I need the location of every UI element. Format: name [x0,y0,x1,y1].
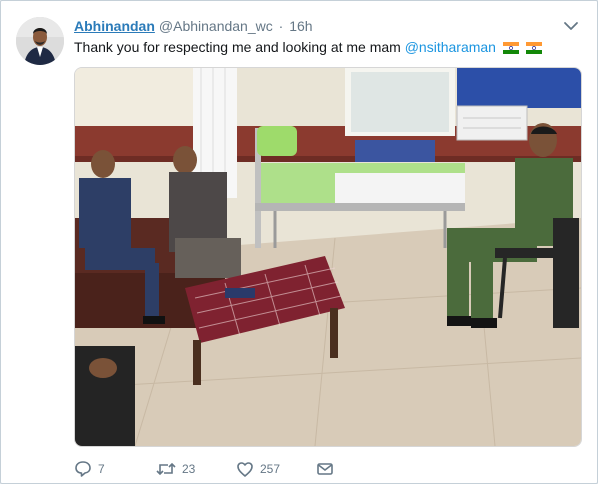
tweet-header: Abhinandan @Abhinandan_wc · 16h [74,17,313,35]
like-count: 257 [260,462,281,476]
retweet-icon [156,462,176,476]
reply-icon [75,461,91,477]
tweet-card[interactable]: Abhinandan @Abhinandan_wc · 16h Thank you… [0,0,598,484]
avatar-image [16,17,64,65]
tweet-body: Thank you for respecting me and looking … [74,39,405,55]
tweet-photo[interactable] [74,67,582,447]
retweet-button[interactable]: 23 [156,459,195,479]
separator-dot: · [278,18,284,34]
direct-message-button[interactable] [316,459,334,479]
indian-flag-icon [502,42,519,54]
reply-button[interactable]: 7 [74,459,105,479]
author-name[interactable]: Abhinandan [74,18,155,34]
tweet-text: Thank you for respecting me and looking … [74,37,542,57]
tweet-actions: 7 23 257 [74,459,374,479]
envelope-icon [317,463,333,475]
retweet-count: 23 [182,462,196,476]
indian-flag-icon [525,42,542,54]
author-handle[interactable]: @Abhinandan_wc [159,18,273,34]
mention-link[interactable]: @nsitharaman [405,39,496,55]
chevron-down-icon[interactable] [563,19,579,33]
heart-icon [237,462,253,477]
timestamp[interactable]: 16h [289,18,312,34]
like-button[interactable]: 257 [236,459,280,479]
reply-count: 7 [98,462,105,476]
photo-illustration [75,68,581,446]
avatar[interactable] [16,17,64,65]
